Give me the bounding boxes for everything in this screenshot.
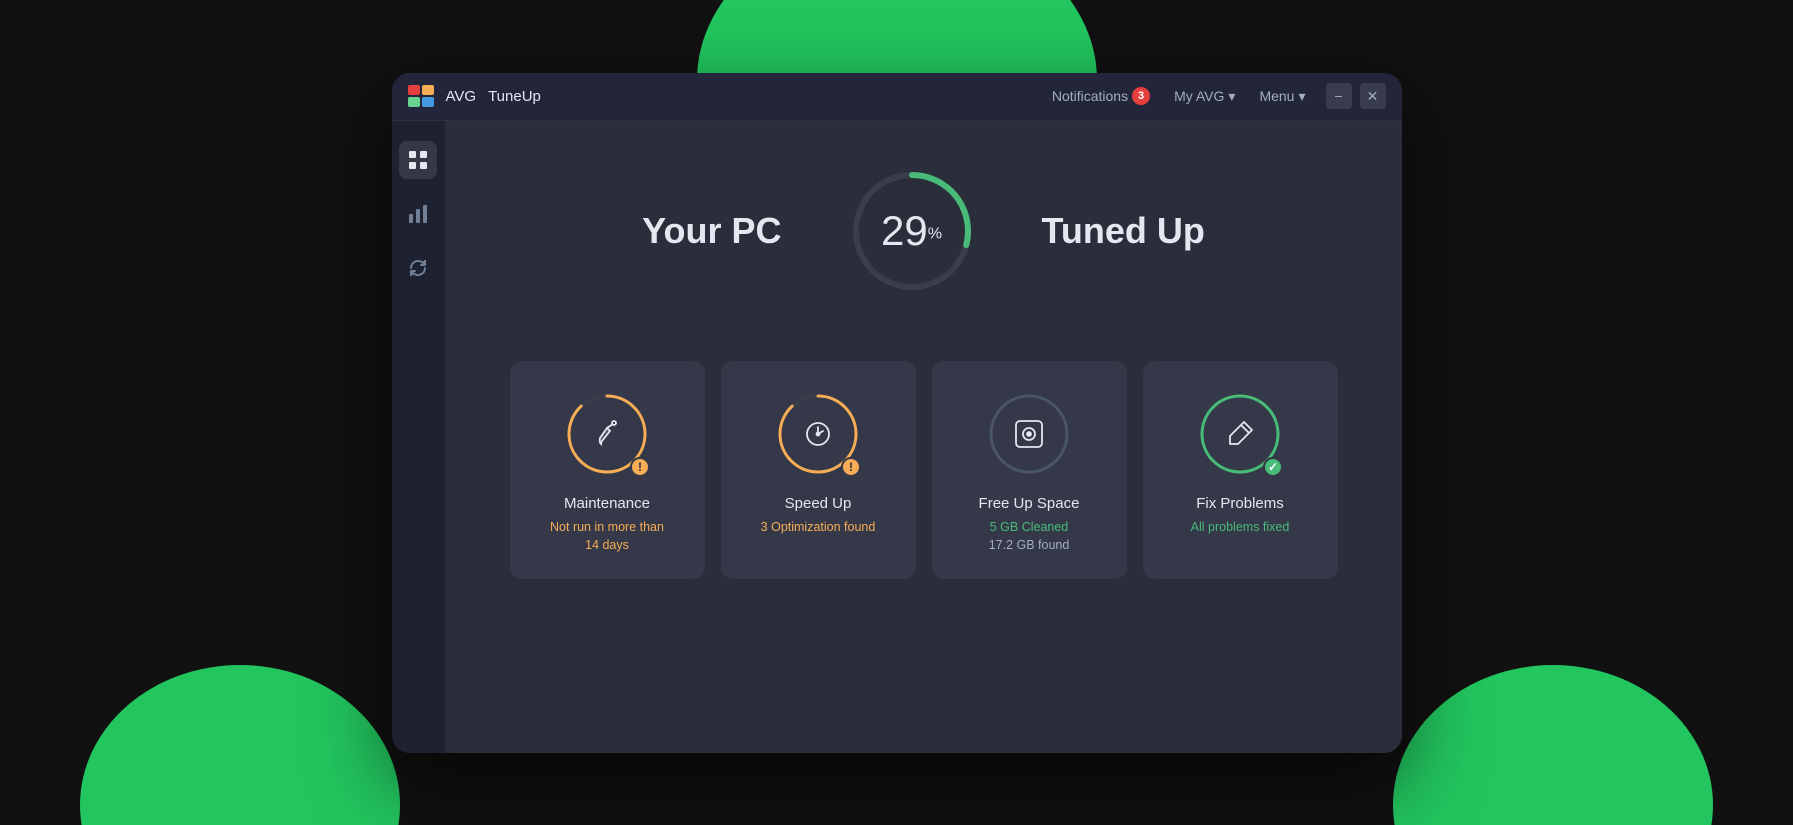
freeupspace-cleaned: 5 GB Cleaned (990, 520, 1069, 534)
app-logo: AVG TuneUp (408, 85, 541, 107)
myavg-chevron-icon: ▾ (1228, 88, 1235, 105)
maintenance-badge: ! (630, 457, 650, 477)
freeupspace-title: Free Up Space (979, 495, 1080, 512)
notifications-button[interactable]: Notifications 3 (1052, 87, 1150, 105)
titlebar-nav: Notifications 3 My AVG ▾ Menu ▾ (1052, 87, 1306, 105)
app-name-label: TuneUp (488, 88, 541, 105)
maintenance-card[interactable]: ! Maintenance Not run in more than14 day… (510, 361, 705, 580)
avg-logo-grid (408, 85, 434, 107)
maintenance-sub: Not run in more than14 days (550, 518, 664, 556)
myavg-label: My AVG (1174, 88, 1224, 104)
fixproblems-card[interactable]: ✓ Fix Problems All problems fixed (1143, 361, 1338, 580)
speedup-card[interactable]: ! Speed Up 3 Optimization found (721, 361, 916, 580)
sidebar-icon-refresh[interactable] (399, 249, 437, 287)
fixproblems-title: Fix Problems (1196, 495, 1284, 512)
notifications-badge: 3 (1132, 87, 1150, 105)
freeupspace-card[interactable]: Free Up Space 5 GB Cleaned 17.2 GB found (932, 361, 1127, 580)
sidebar-icon-grid[interactable] (399, 141, 437, 179)
menu-chevron-icon: ▾ (1298, 88, 1305, 105)
notifications-label: Notifications (1052, 88, 1128, 104)
your-pc-label: Your PC (642, 210, 781, 252)
maintenance-title: Maintenance (564, 495, 650, 512)
speedup-icon (802, 418, 834, 450)
pc-score-section: Your PC 29% Tuned Up (642, 161, 1205, 301)
sidebar-icon-chart[interactable] (399, 195, 437, 233)
minimize-button[interactable]: − (1326, 83, 1352, 109)
score-text: 29% (881, 210, 942, 252)
close-button[interactable]: ✕ (1360, 83, 1386, 109)
cards-row: ! Maintenance Not run in more than14 day… (486, 361, 1362, 580)
score-circle: 29% (842, 161, 982, 301)
freeupspace-icon-wrap (984, 389, 1074, 479)
titlebar: AVG TuneUp Notifications 3 My AVG ▾ Menu… (392, 73, 1402, 121)
speedup-icon-wrap: ! (773, 389, 863, 479)
fixproblems-badge: ✓ (1263, 457, 1283, 477)
freeupspace-icon (1012, 417, 1046, 451)
content-area: Your PC 29% Tuned Up (392, 121, 1402, 753)
freeupspace-found: 17.2 GB found (989, 538, 1070, 552)
myavg-button[interactable]: My AVG ▾ (1174, 88, 1235, 105)
logo-sq3 (408, 97, 420, 107)
logo-sq4 (422, 97, 434, 107)
fixproblems-sub: All problems fixed (1191, 518, 1290, 537)
speedup-badge: ! (841, 457, 861, 477)
menu-button[interactable]: Menu ▾ (1259, 88, 1305, 105)
maintenance-icon (591, 418, 623, 450)
window-controls: − ✕ (1326, 83, 1386, 109)
fixproblems-icon-wrap: ✓ (1195, 389, 1285, 479)
score-percent: % (928, 225, 942, 242)
menu-label: Menu (1259, 88, 1294, 104)
maintenance-icon-wrap: ! (562, 389, 652, 479)
fixproblems-icon (1224, 418, 1256, 450)
outer-background: AVG TuneUp Notifications 3 My AVG ▾ Menu… (0, 0, 1793, 825)
app-window: AVG TuneUp Notifications 3 My AVG ▾ Menu… (392, 73, 1402, 753)
blob-bottom-left (80, 665, 400, 825)
speedup-sub: 3 Optimization found (761, 518, 876, 537)
score-number: 29 (881, 207, 928, 254)
logo-sq2 (422, 85, 434, 95)
speedup-title: Speed Up (785, 495, 852, 512)
brand-label: AVG (446, 88, 477, 105)
blob-bottom-right (1393, 665, 1713, 825)
logo-sq1 (408, 85, 420, 95)
tuned-up-label: Tuned Up (1042, 210, 1205, 252)
main-content: Your PC 29% Tuned Up (446, 121, 1402, 753)
sidebar (392, 121, 446, 753)
freeupspace-sub: 5 GB Cleaned 17.2 GB found (989, 518, 1070, 556)
